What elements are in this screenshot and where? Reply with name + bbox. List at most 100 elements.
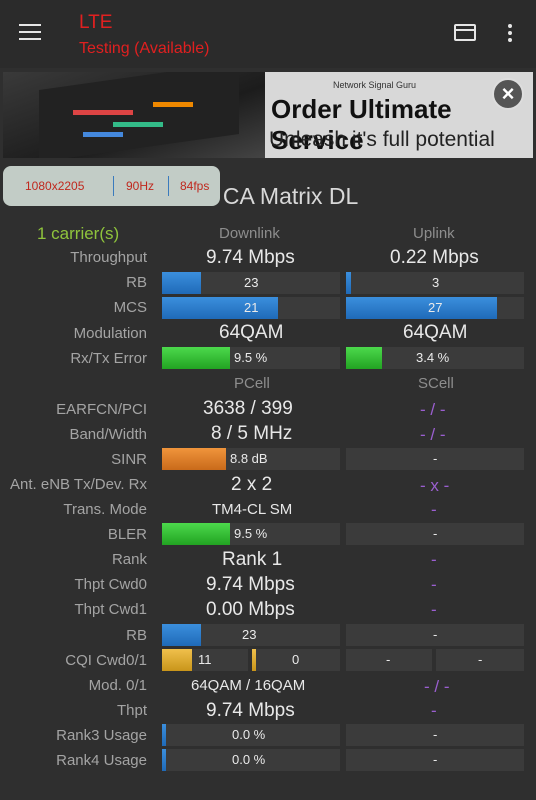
label-mcs: MCS xyxy=(113,299,147,316)
dl-modulation: 64QAM xyxy=(219,322,284,343)
ul-error-value: 3.4 % xyxy=(416,350,450,365)
uplink-header: Uplink xyxy=(413,225,455,242)
ul-error-bar: 3.4 % xyxy=(346,347,524,369)
label-error: Rx/Tx Error xyxy=(70,350,147,367)
pcell-bler-bar: 9.5 % xyxy=(162,523,340,545)
label-band: Band/Width xyxy=(69,426,147,443)
pcell-mod01: 64QAM / 16QAM xyxy=(191,677,306,694)
scell-rb-value: - xyxy=(433,627,438,642)
level-fill xyxy=(162,272,202,294)
label-bler: BLER xyxy=(107,526,147,543)
fps-text: 84fps xyxy=(180,179,210,193)
scell-sinr-value: - xyxy=(433,451,438,466)
label-rank: Rank xyxy=(111,551,147,568)
label-cwd1: Thpt Cwd1 xyxy=(74,601,147,618)
level-fill xyxy=(162,523,230,545)
scell-band: - / - xyxy=(420,425,446,444)
ad-phone-image xyxy=(3,72,265,158)
pcell-earfcn: 3638 / 399 xyxy=(203,398,293,419)
scell-cqi0-bar: - xyxy=(346,649,432,671)
pcell-rb-bar: 23 xyxy=(162,624,340,646)
level-fill xyxy=(162,347,230,369)
pcell-cqi0-bar: 11 xyxy=(162,649,248,671)
ad-tagline: Unleash it's full potential xyxy=(269,128,495,151)
app-bar: LTE Testing (Available) xyxy=(0,0,536,68)
scell-thpt: - xyxy=(431,701,437,720)
ul-modulation: 64QAM xyxy=(403,322,468,343)
pcell-rb-value: 23 xyxy=(242,627,257,642)
label-rank4: Rank4 Usage xyxy=(56,752,147,769)
refresh-rate-text: 90Hz xyxy=(126,179,155,193)
pcell-band: 8 / 5 MHz xyxy=(211,423,293,444)
pcell-cwd1: 0.00 Mbps xyxy=(206,599,295,620)
carrier-count: 1 carrier(s) xyxy=(37,224,120,243)
scell-rank3-value: - xyxy=(433,727,438,742)
label-earfcn: EARFCN/PCI xyxy=(56,401,147,418)
pcell-cqi0-value: 11 xyxy=(198,652,212,667)
dl-error-bar: 9.5 % xyxy=(162,347,340,369)
scell-bler-value: - xyxy=(433,526,438,541)
ul-rb-value: 3 xyxy=(432,275,440,290)
scell-rank: - xyxy=(431,550,437,569)
label-rb2: RB xyxy=(126,627,147,644)
level-fill xyxy=(162,297,278,319)
label-sinr: SINR xyxy=(111,451,147,468)
downlink-header: Downlink xyxy=(219,225,280,242)
label-modulation: Modulation xyxy=(73,325,147,342)
pcell-cqi1-value: 0 xyxy=(292,652,300,667)
pcell-cwd0: 9.74 Mbps xyxy=(206,574,295,595)
app-subtitle: Testing (Available) xyxy=(79,40,210,57)
fps-overlay: 1080x2205 90Hz 84fps xyxy=(3,166,220,206)
scell-trans: - xyxy=(431,500,437,519)
ul-mcs-bar: 27 xyxy=(346,297,524,319)
scell-rank3-bar: - xyxy=(346,724,524,746)
card-icon[interactable] xyxy=(454,24,476,41)
scell-cqi0-value: - xyxy=(386,652,391,667)
level-fill xyxy=(162,448,227,470)
ul-mcs-value: 27 xyxy=(428,300,443,315)
label-thpt: Thpt xyxy=(116,702,147,719)
pcell-sinr-bar: 8.8 dB xyxy=(162,448,340,470)
more-options-icon[interactable] xyxy=(507,24,513,44)
ad-brand: Network Signal Guru xyxy=(333,80,417,90)
dl-rb-bar: 23 xyxy=(162,272,340,294)
level-fill xyxy=(346,272,352,294)
ad-banner[interactable]: Network Signal Guru Order Ultimate Servi… xyxy=(3,72,533,158)
dl-rb-value: 23 xyxy=(244,275,259,290)
label-cwd0: Thpt Cwd0 xyxy=(74,576,147,593)
resolution-text: 1080x2205 xyxy=(25,179,85,193)
pcell-rank4-value: 0.0 % xyxy=(232,752,266,767)
scell-cwd1: - xyxy=(431,600,437,619)
pcell-rank3-value: 0.0 % xyxy=(232,727,266,742)
label-rank3: Rank3 Usage xyxy=(56,727,147,744)
pcell-sinr-value: 8.8 dB xyxy=(230,451,268,466)
dl-error-value: 9.5 % xyxy=(234,350,268,365)
dl-mcs-bar: 21 xyxy=(162,297,340,319)
level-fill xyxy=(252,649,256,671)
label-rb: RB xyxy=(126,274,147,291)
pcell-header: PCell xyxy=(234,375,270,392)
menu-icon[interactable] xyxy=(19,24,41,42)
ul-rb-bar: 3 xyxy=(346,272,524,294)
pcell-cqi1-bar: 0 xyxy=(252,649,340,671)
scell-earfcn: - / - xyxy=(420,400,446,419)
pcell-trans: TM4-CL SM xyxy=(212,501,293,518)
scell-cqi1-bar: - xyxy=(436,649,524,671)
scell-ant: - x - xyxy=(420,476,450,495)
pcell-thpt: 9.74 Mbps xyxy=(206,700,295,721)
scell-header: SCell xyxy=(418,375,454,392)
scell-rank4-value: - xyxy=(433,752,438,767)
ul-throughput: 0.22 Mbps xyxy=(390,247,479,268)
scell-rb-bar: - xyxy=(346,624,524,646)
label-mod01: Mod. 0/1 xyxy=(88,677,147,694)
scell-bler-bar: - xyxy=(346,523,524,545)
pcell-bler-value: 9.5 % xyxy=(234,526,268,541)
level-fill xyxy=(162,624,202,646)
level-fill xyxy=(162,724,166,746)
label-throughput: Throughput xyxy=(70,249,147,266)
label-ant: Ant. eNB Tx/Dev. Rx xyxy=(10,476,147,493)
pcell-ant: 2 x 2 xyxy=(231,474,273,495)
level-fill xyxy=(346,347,382,369)
close-icon[interactable]: × xyxy=(492,78,524,110)
scell-cwd0: - xyxy=(431,575,437,594)
